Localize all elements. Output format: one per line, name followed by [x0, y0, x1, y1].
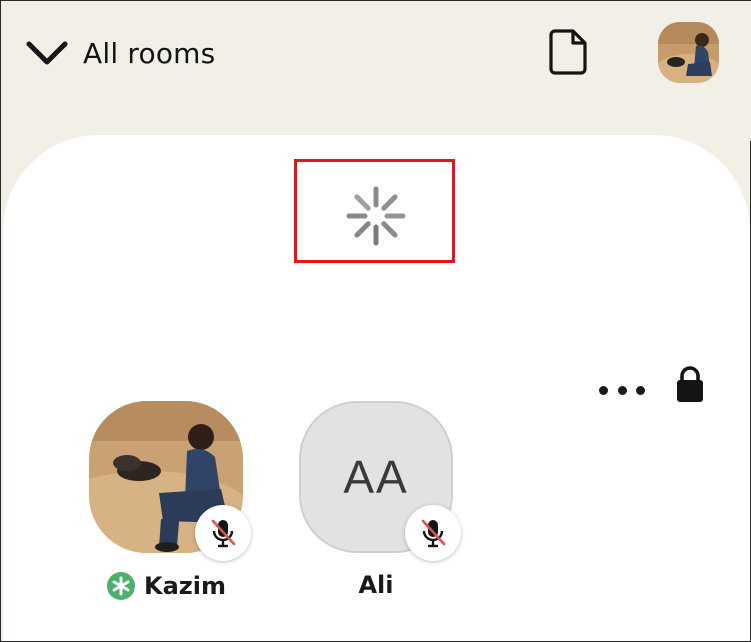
chevron-down-icon — [26, 41, 68, 65]
participant-name-row: Ali — [299, 571, 453, 599]
lock-icon[interactable] — [675, 365, 705, 403]
participant-name: Kazim — [144, 572, 226, 600]
participant-name: Ali — [358, 571, 394, 599]
participant-ali[interactable]: AA Ali — [299, 401, 461, 601]
participant-kazim[interactable]: Kazim — [89, 401, 251, 601]
muted-mic-icon — [405, 505, 461, 561]
document-icon[interactable] — [547, 28, 589, 76]
more-options-button[interactable] — [599, 379, 645, 401]
profile-avatar[interactable] — [658, 22, 719, 83]
loading-spinner-icon — [345, 185, 407, 247]
avatar-initials: AA — [343, 451, 409, 503]
room-header: All rooms — [1, 1, 751, 141]
all-rooms-button[interactable]: All rooms — [25, 31, 215, 75]
muted-mic-icon — [195, 505, 251, 561]
more-dot — [636, 385, 645, 395]
moderator-star-icon — [107, 572, 135, 600]
all-rooms-label: All rooms — [83, 36, 216, 70]
more-dot — [599, 385, 608, 395]
participant-name-row: Kazim — [89, 571, 243, 601]
more-dot — [617, 385, 627, 395]
